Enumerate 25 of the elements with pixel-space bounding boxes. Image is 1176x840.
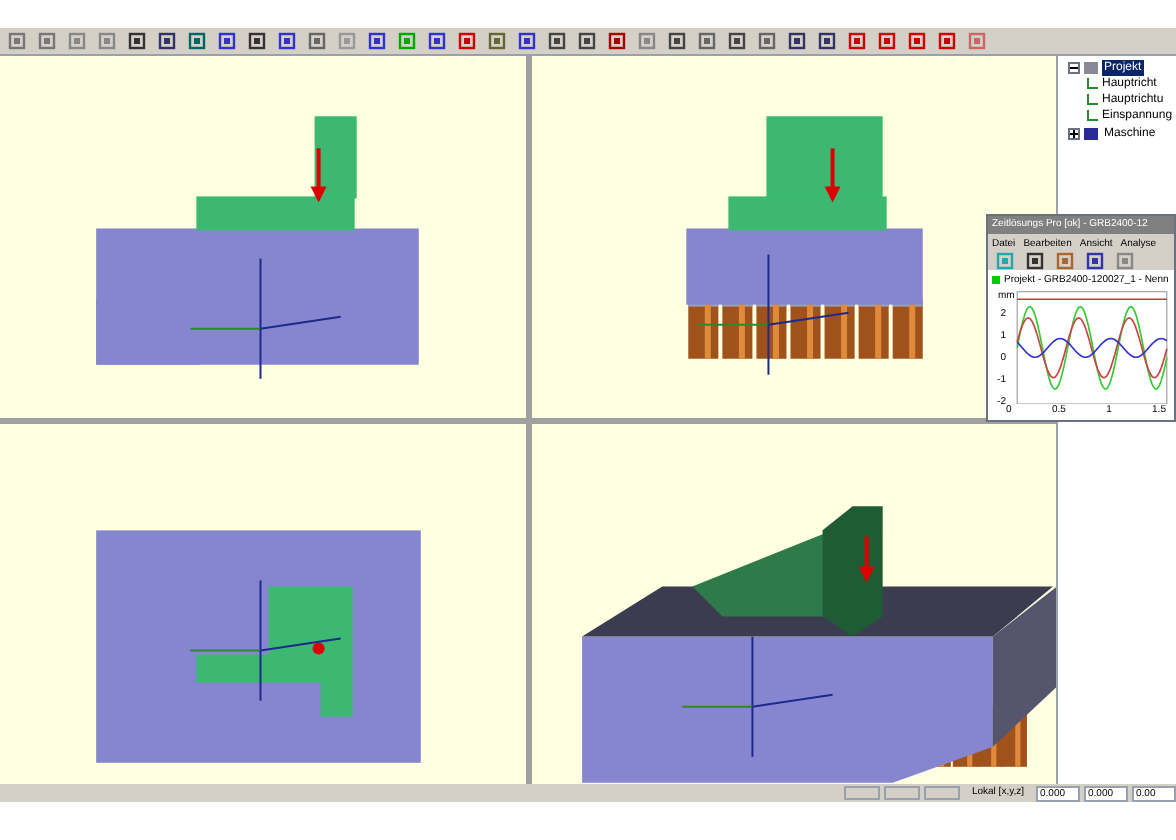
- expander-icon[interactable]: [1068, 61, 1080, 73]
- toolbar-icon[interactable]: [274, 29, 298, 53]
- status-field: [883, 786, 920, 800]
- toolbar-icon[interactable]: [364, 29, 388, 53]
- toolbar-icon[interactable]: [214, 29, 238, 53]
- toolbar-icon[interactable]: [724, 29, 748, 53]
- expander-icon[interactable]: [1068, 127, 1080, 139]
- toolbar-icon[interactable]: [424, 29, 448, 53]
- toolbar-icon[interactable]: [574, 29, 598, 53]
- toolbar-icon[interactable]: [814, 29, 838, 53]
- toolbar-icon[interactable]: [1082, 249, 1106, 273]
- toolbar-icon[interactable]: [154, 29, 178, 53]
- toolbar-icon[interactable]: [784, 29, 808, 53]
- toolbar-icon[interactable]: [1022, 249, 1046, 273]
- toolbar-icon[interactable]: [244, 29, 268, 53]
- folder-icon: [1084, 61, 1098, 73]
- folder-icon: [1084, 127, 1098, 139]
- toolbar-icon[interactable]: [544, 29, 568, 53]
- toolbar-icon[interactable]: [514, 29, 538, 53]
- status-field: [923, 786, 960, 800]
- tab-icon: [992, 275, 1000, 283]
- toolbar-icon[interactable]: [664, 29, 688, 53]
- toolbar-icon[interactable]: [124, 29, 148, 53]
- status-field: [843, 786, 880, 800]
- viewport[interactable]: [531, 423, 1056, 784]
